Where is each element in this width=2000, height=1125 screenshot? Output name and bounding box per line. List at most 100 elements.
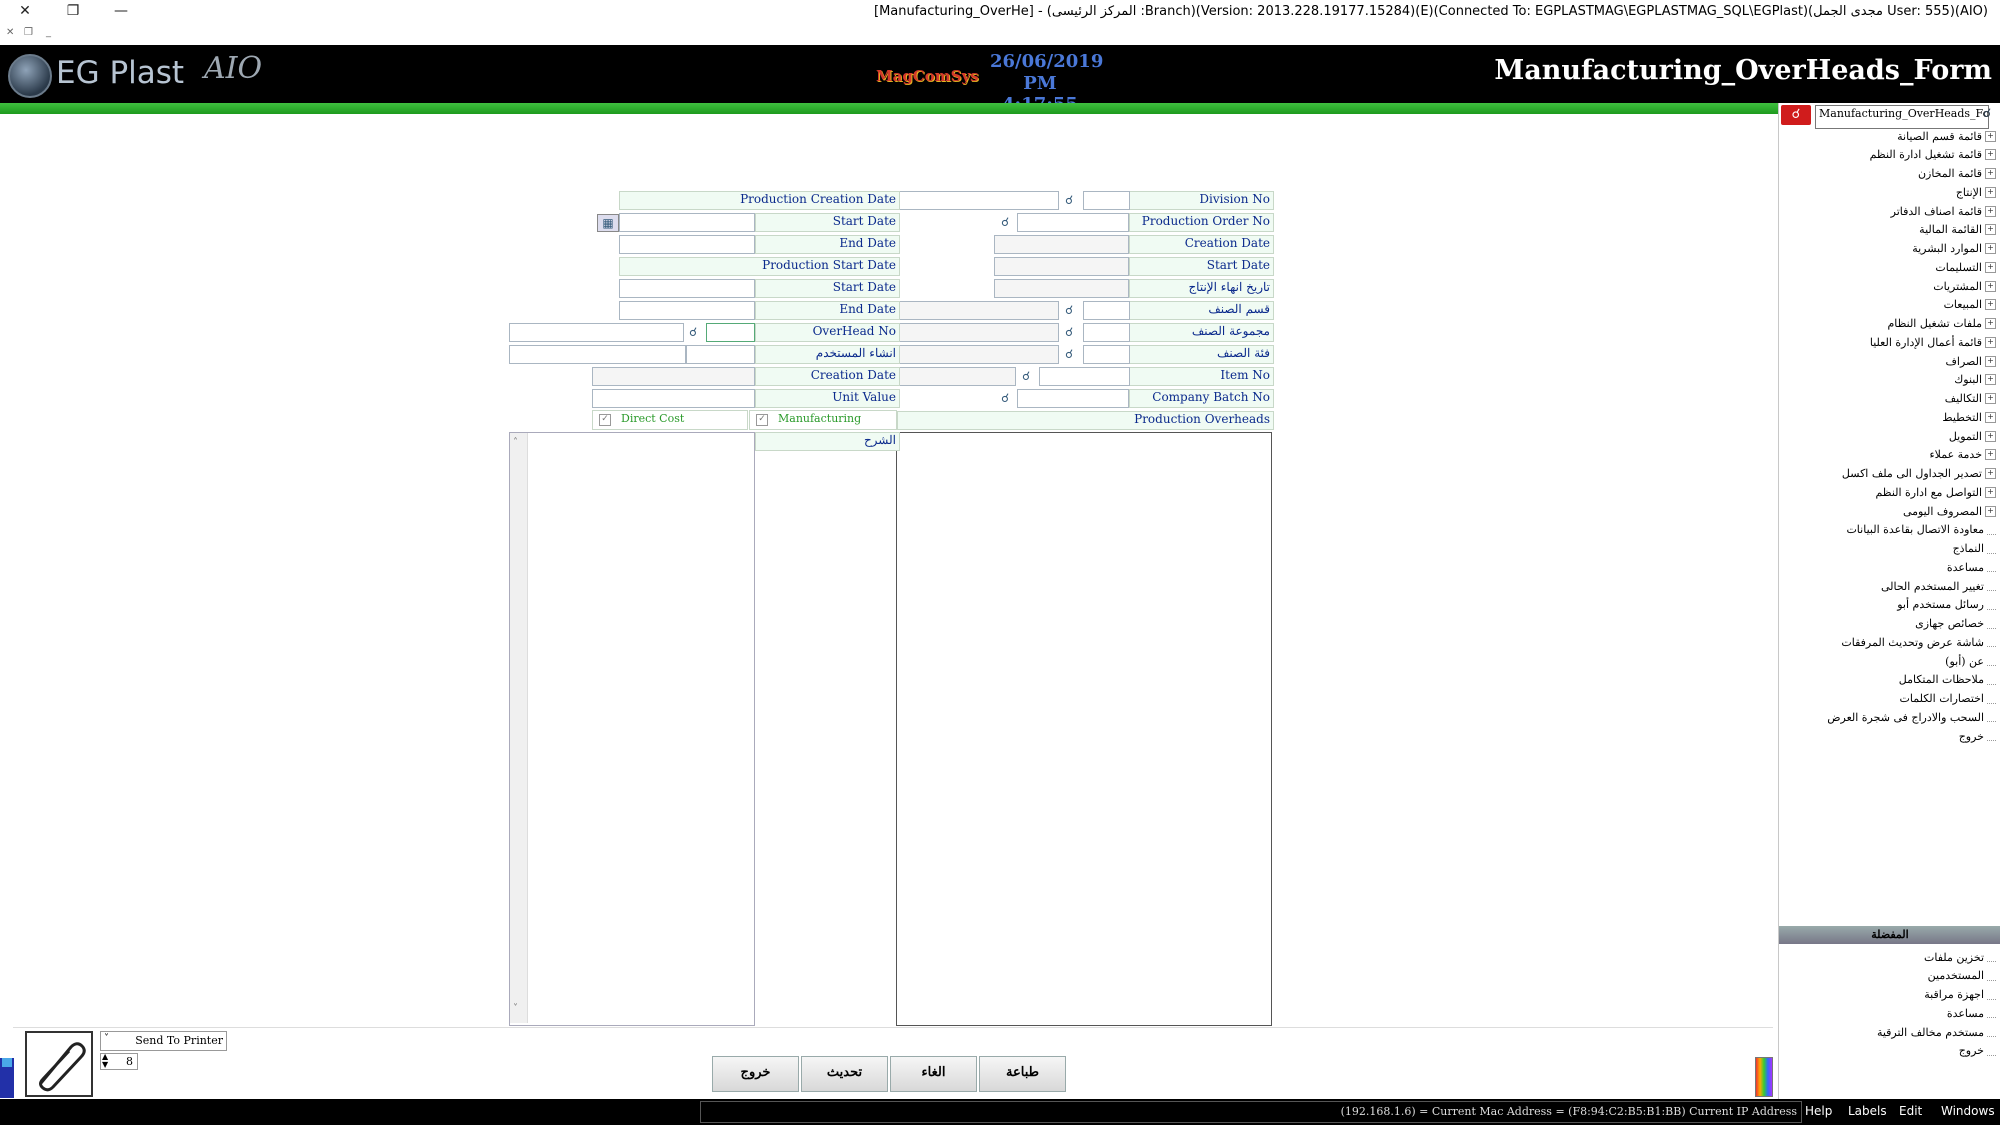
tree-item[interactable]: + قائمة اصناف الدفاتر [1891, 202, 1996, 220]
production-order-search-icon[interactable]: ☌ [997, 214, 1013, 230]
tree-item[interactable]: خصائص جهازى [1915, 615, 1996, 633]
mdi-restore-icon[interactable]: ❐ [24, 27, 33, 38]
printer-select[interactable]: ˅ Send To Printer [100, 1031, 227, 1051]
manufacturing-checkbox[interactable]: ✓ Manufacturing [749, 410, 897, 430]
tree-item[interactable]: رسائل مستخدم أبو [1897, 596, 1996, 614]
copies-stepper[interactable]: ▲ ▼ 8 [100, 1053, 138, 1070]
start-date-2-input[interactable] [619, 213, 755, 232]
start-date-3-input[interactable] [619, 279, 755, 298]
mdi-minimize-icon[interactable]: _ [46, 27, 51, 38]
item-name-input[interactable] [897, 367, 1016, 386]
favorite-item[interactable]: اجهزة مراقبة [1924, 986, 1996, 1004]
tree-item[interactable]: + قائمة قسم الصيانة [1897, 127, 1996, 145]
tree-item[interactable]: خروج [1959, 727, 1996, 745]
production-end-date-input[interactable] [994, 279, 1129, 298]
user-name-input[interactable] [509, 345, 686, 364]
tree-item[interactable]: السحب والادراج فى شجرة العرض [1827, 708, 1996, 726]
menu-windows[interactable]: Windows [1941, 1104, 1995, 1118]
scroll-down-icon[interactable]: ˅ [513, 1003, 518, 1014]
creation-date-input[interactable] [994, 235, 1129, 254]
favorite-item[interactable]: المستخدمين [1928, 967, 1996, 985]
tree-item[interactable]: + قائمة أعمال الإدارة العليا [1870, 333, 1996, 351]
overhead-search-icon[interactable]: ☌ [685, 324, 701, 340]
division-no-input[interactable] [1083, 191, 1130, 210]
division-name-input[interactable] [897, 191, 1059, 210]
user-created-input[interactable] [686, 345, 755, 364]
search-icon[interactable]: ☌ [1983, 106, 1999, 124]
end-date-input[interactable] [619, 235, 755, 254]
minimize-icon[interactable]: — [106, 2, 136, 20]
item-search-icon[interactable]: ☌ [1018, 368, 1034, 384]
menu-labels[interactable]: Labels [1848, 1104, 1887, 1118]
tree-item[interactable]: + قائمة تشغيل ادارة النظم [1870, 146, 1996, 164]
stepper-arrows-icon[interactable]: ▲ ▼ [102, 1053, 108, 1069]
direct-cost-checkbox[interactable]: ✓ Direct Cost [592, 410, 748, 430]
overhead-name-input[interactable] [509, 323, 684, 342]
tree-item[interactable]: + قائمة المخازن [1918, 165, 1996, 183]
item-group-search-icon[interactable]: ☌ [1061, 324, 1077, 340]
division-search-icon[interactable]: ☌ [1061, 192, 1077, 208]
creation-date-2-input[interactable] [592, 367, 755, 386]
tree-item[interactable]: + المشتريات [1933, 277, 1996, 295]
tree-item[interactable]: + التواصل مع ادارة النظم [1875, 483, 1996, 501]
search-button[interactable]: ☌ [1781, 105, 1811, 125]
restore-icon[interactable]: ❐ [58, 2, 88, 20]
item-category-search-icon[interactable]: ☌ [1061, 346, 1077, 362]
tree-item[interactable]: + ملفات تشغيل النظام [1887, 315, 1996, 333]
print-button[interactable]: طباعة [979, 1056, 1066, 1092]
exit-button[interactable]: خروج [712, 1056, 799, 1092]
tree-item[interactable]: + الموارد البشرية [1912, 240, 1996, 258]
production-order-no-input[interactable] [1017, 213, 1129, 232]
calendar-icon[interactable]: ▦ [597, 214, 619, 232]
item-category-name-input[interactable] [897, 345, 1059, 364]
tree-item[interactable]: + المبيعات [1944, 296, 1996, 314]
item-category-input[interactable] [1083, 345, 1130, 364]
tree-item[interactable]: + التكاليف [1945, 390, 1996, 408]
attachment-button[interactable] [25, 1031, 93, 1097]
item-group-input[interactable] [1083, 323, 1130, 342]
explanation-textarea[interactable]: ˄ ˅ [509, 432, 755, 1026]
tree-item[interactable]: شاشة عرض وتحديث المرفقات [1841, 633, 1996, 651]
color-palette-icon[interactable] [1755, 1057, 1773, 1097]
favorite-item[interactable]: مستخدم مخالف الترقية [1877, 1023, 1996, 1041]
tree-item[interactable]: مساعدة [1947, 558, 1996, 576]
menu-search-input[interactable]: Manufacturing_OverHeads_Form [1815, 105, 1989, 129]
tree-item[interactable]: ملاحظات المتكامل [1899, 671, 1996, 689]
update-button[interactable]: تحديث [801, 1056, 888, 1092]
tree-item[interactable]: + التخطيط [1942, 408, 1996, 426]
production-overheads-grid[interactable] [896, 432, 1272, 1026]
item-section-search-icon[interactable]: ☌ [1061, 302, 1077, 318]
tree-item[interactable]: معاودة الاتصال بقاعدة البيانات [1846, 521, 1996, 539]
tree-item[interactable]: + الصراف [1946, 352, 1996, 370]
explanation-scrollbar[interactable]: ˄ ˅ [510, 433, 528, 1023]
mdi-close-icon[interactable]: ✕ [6, 27, 14, 38]
company-batch-search-icon[interactable]: ☌ [997, 390, 1013, 406]
tree-item[interactable]: + القائمة المالية [1919, 221, 1996, 239]
start-date-input[interactable] [994, 257, 1129, 276]
tree-item[interactable]: + تصدير الجداول الى ملف اكسل [1842, 465, 1996, 483]
cancel-button[interactable]: الغاء [890, 1056, 977, 1092]
company-batch-no-input[interactable] [1017, 389, 1129, 408]
tree-item[interactable]: + المصروف اليومى [1903, 502, 1996, 520]
tree-item[interactable]: + خدمة عملاء [1929, 446, 1996, 464]
tree-item[interactable]: + التمويل [1949, 427, 1996, 445]
tree-item[interactable]: عن (أبو) [1945, 652, 1996, 670]
tree-item[interactable]: + الإنتاج [1956, 183, 1996, 201]
item-no-input[interactable] [1039, 367, 1130, 386]
tree-item[interactable]: + التسليمات [1935, 258, 1996, 276]
item-section-input[interactable] [1083, 301, 1130, 320]
menu-help[interactable]: Help [1805, 1104, 1832, 1118]
item-section-name-input[interactable] [897, 301, 1059, 320]
tree-item[interactable]: النماذج [1953, 540, 1996, 558]
scroll-up-icon[interactable]: ˄ [513, 437, 518, 448]
item-group-name-input[interactable] [897, 323, 1059, 342]
close-icon[interactable]: ✕ [10, 2, 40, 20]
overhead-no-input[interactable] [706, 323, 755, 342]
tree-item[interactable]: + البنوك [1954, 371, 1996, 389]
tree-item[interactable]: تغيير المستخدم الحالى [1881, 577, 1996, 595]
tree-item[interactable]: اختصارات الكلمات [1900, 690, 1996, 708]
favorite-item[interactable]: تخزين ملفات [1924, 948, 1996, 966]
menu-edit[interactable]: Edit [1899, 1104, 1922, 1118]
side-tab[interactable] [0, 1058, 14, 1098]
favorite-item[interactable]: مساعدة [1947, 1004, 1996, 1022]
